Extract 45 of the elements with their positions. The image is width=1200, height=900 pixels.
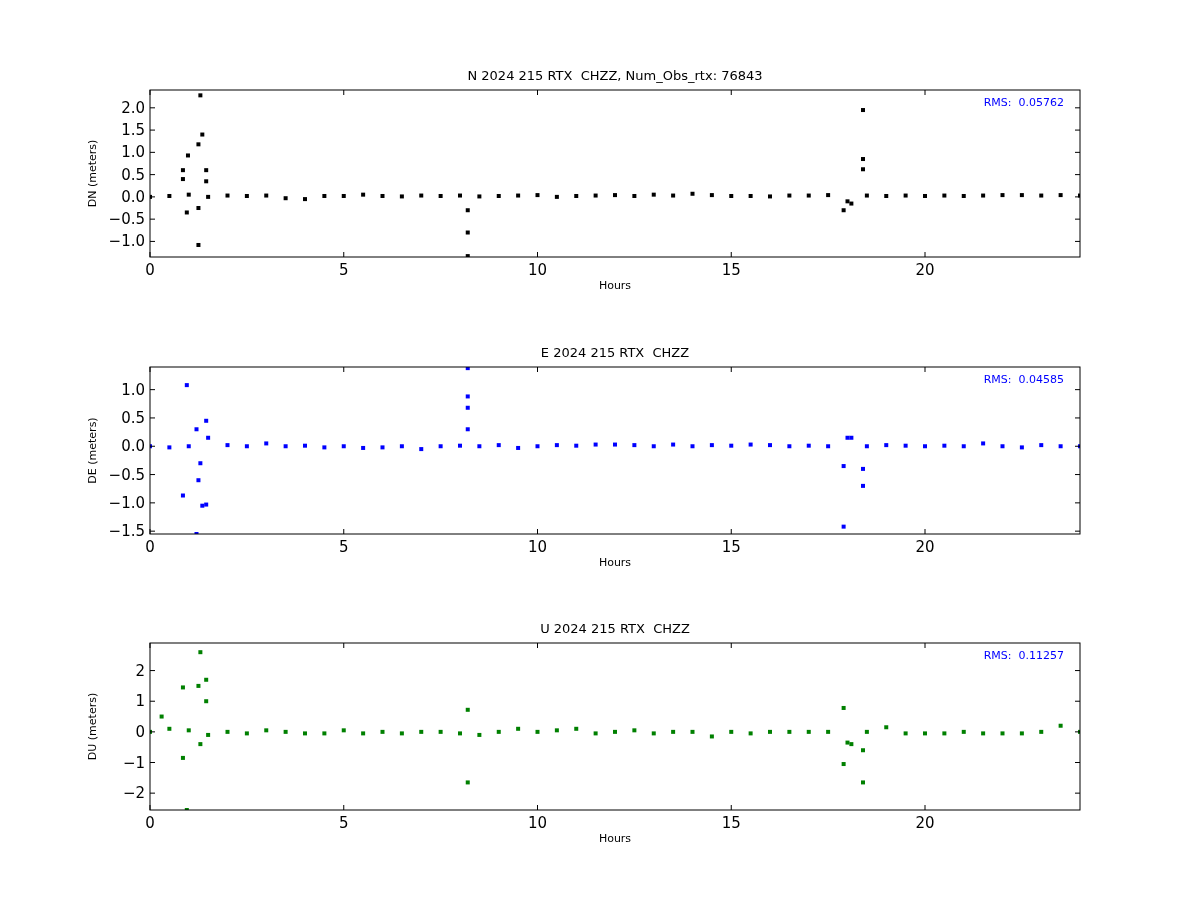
tick-label: 2 bbox=[135, 661, 145, 680]
chart-title: E 2024 215 RTX CHZZ bbox=[540, 344, 690, 360]
axis-label: Hours bbox=[598, 832, 632, 845]
tick-label: 15 bbox=[721, 537, 741, 556]
rms-annotation: RMS: 0.04585 bbox=[983, 372, 1064, 386]
axis-label: DN (meters) bbox=[86, 139, 99, 208]
tick-label: 20 bbox=[915, 537, 935, 556]
tick-label: 15 bbox=[721, 261, 741, 279]
tick-label: 0 bbox=[145, 814, 155, 832]
axis-label: DE (meters) bbox=[86, 416, 99, 484]
tick-label: 10 bbox=[527, 537, 548, 556]
axis-label: DU (meters) bbox=[86, 692, 99, 761]
chart-title: U 2024 215 RTX CHZZ bbox=[540, 621, 690, 636]
tick-label: −0.5 bbox=[108, 210, 145, 229]
tick-label: 1.5 bbox=[121, 121, 145, 140]
tick-label: 0.0 bbox=[121, 436, 145, 455]
tick-label: 10 bbox=[527, 261, 548, 279]
tick-label: 1.0 bbox=[121, 143, 145, 162]
tick-label: −0.5 bbox=[108, 465, 145, 484]
tick-label: 1.0 bbox=[121, 380, 145, 399]
tick-label: 0 bbox=[145, 537, 155, 556]
tick-label: 0 bbox=[135, 722, 145, 741]
tick-label: 10 bbox=[527, 814, 548, 832]
tick-label: 5 bbox=[339, 261, 349, 279]
tick-label: 20 bbox=[915, 261, 935, 279]
tick-label: 15 bbox=[721, 814, 741, 832]
tick-label: 0 bbox=[145, 261, 155, 279]
chart-title: N 2024 215 RTX CHZZ, Num_Obs_rtx: 76843 bbox=[467, 68, 763, 83]
tick-label: 0.5 bbox=[121, 408, 145, 427]
tick-label: −1.0 bbox=[108, 493, 145, 512]
tick-label: 0.0 bbox=[121, 187, 145, 206]
tick-label: 20 bbox=[915, 814, 935, 832]
rms-annotation: RMS: 0.11257 bbox=[983, 649, 1064, 662]
tick-label: 2.0 bbox=[121, 98, 145, 117]
tick-label: 1 bbox=[135, 692, 145, 711]
tick-label: 0.5 bbox=[121, 165, 145, 184]
tick-label: −1.0 bbox=[108, 232, 145, 251]
tick-label: −2 bbox=[122, 784, 145, 803]
axis-label: Hours bbox=[598, 279, 632, 292]
tick-label: 5 bbox=[339, 814, 349, 832]
tick-label: −1.5 bbox=[108, 521, 145, 540]
tick-label: −1 bbox=[122, 753, 145, 772]
rms-annotation: RMS: 0.05762 bbox=[983, 96, 1064, 109]
axis-label: Hours bbox=[598, 555, 632, 569]
tick-label: 5 bbox=[339, 537, 349, 556]
